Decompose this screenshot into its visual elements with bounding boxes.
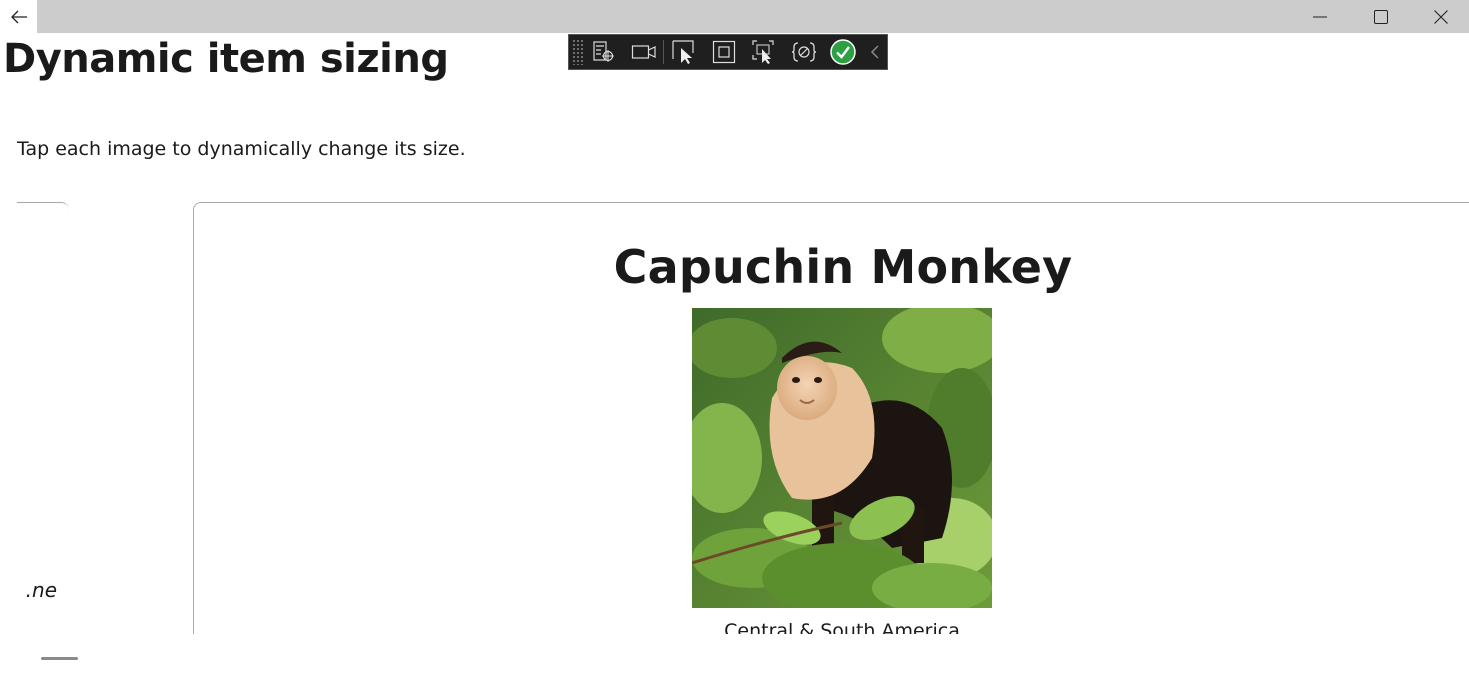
live-visual-tree-button[interactable] <box>584 35 624 69</box>
track-focus-icon <box>752 40 774 64</box>
toolbar-grip-icon[interactable] <box>572 39 584 65</box>
card-subtitle: Central & South America <box>724 620 960 634</box>
card-image[interactable] <box>692 308 992 608</box>
previous-card[interactable] <box>17 202 69 634</box>
previous-card-text: ne. <box>25 578 57 602</box>
record-button[interactable] <box>624 35 664 69</box>
carousel-viewport[interactable]: ne. Capuchin Monkey Central & South Amer… <box>0 0 1469 634</box>
track-focus-button[interactable] <box>744 35 784 69</box>
record-icon <box>631 45 656 59</box>
capuchin-monkey-photo <box>692 308 992 608</box>
accessibility-check-button[interactable] <box>823 35 863 69</box>
display-layout-adorners-button[interactable] <box>704 35 744 69</box>
accessibility-check-icon <box>830 39 857 65</box>
binding-failures-icon <box>791 42 816 62</box>
binding-failures-button[interactable] <box>784 35 824 69</box>
debug-toolbar <box>568 34 888 70</box>
scroll-indicator[interactable] <box>41 657 78 660</box>
app-window: Dynamic item sizing Tap each image to dy… <box>0 0 1469 697</box>
live-visual-tree-icon <box>593 41 614 62</box>
display-layout-adorners-icon <box>712 40 736 64</box>
collapse-chevron-icon <box>871 45 879 59</box>
card-title: Capuchin Monkey <box>613 240 1073 294</box>
collapse-toolbar-button[interactable] <box>863 35 887 69</box>
select-element-button[interactable] <box>664 35 704 69</box>
select-element-icon <box>672 40 694 64</box>
